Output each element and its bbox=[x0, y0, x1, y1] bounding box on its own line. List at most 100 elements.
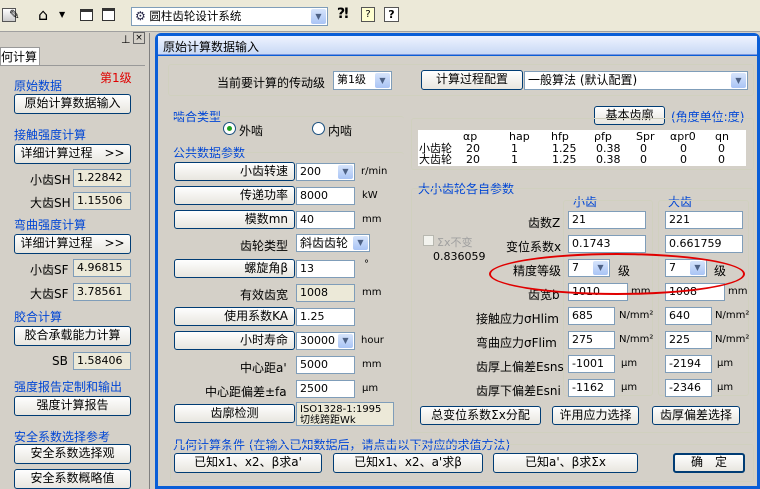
helix-angle-input[interactable]: 13 bbox=[296, 260, 355, 278]
life-button[interactable]: 小时寿命 bbox=[174, 331, 295, 350]
sum-x-distribute-button[interactable]: 总变位系数Σx分配 bbox=[420, 406, 541, 425]
thickness-deviation-button[interactable]: 齿厚偏差选择 bbox=[652, 406, 740, 425]
module-unit: mm bbox=[362, 214, 382, 225]
strength-report-button[interactable]: 强度计算报告 bbox=[14, 396, 131, 416]
teeth-label: 齿数Z bbox=[528, 216, 561, 230]
shift-big-input[interactable]: 0.661759 bbox=[665, 235, 743, 253]
center-distance-label: 中心距a' bbox=[240, 361, 287, 375]
life-select[interactable]: 30000 ▼ bbox=[296, 332, 355, 350]
bending-detail-button[interactable]: 详细计算过程 >> bbox=[14, 234, 131, 254]
window-icon[interactable] bbox=[80, 9, 93, 21]
radio-inner-label: 内啮 bbox=[328, 124, 353, 138]
contact-detail-button[interactable]: 详细计算过程 >> bbox=[14, 144, 131, 164]
flim-big-input[interactable]: 225 bbox=[665, 331, 712, 349]
dialog-title: 原始计算数据输入 bbox=[163, 40, 260, 54]
rack-row-big: 大齿轮 20 1 1.25 0.38 0 0 0 bbox=[418, 154, 746, 165]
system-select[interactable]: ⚙ 圆柱齿轮设计系统 ▼ bbox=[131, 7, 328, 26]
center-distance-input[interactable]: 5000 bbox=[296, 356, 355, 374]
center-distance-unit: mm bbox=[362, 359, 382, 370]
esni-big-unit: μm bbox=[717, 382, 734, 393]
calc-config-button[interactable]: 计算过程配置 bbox=[421, 70, 523, 90]
allowable-stress-button[interactable]: 许用应力选择 bbox=[552, 406, 639, 425]
hlim-small-unit: N/mm² bbox=[619, 310, 654, 321]
solve-sum-x-button[interactable]: 已知a'、β求Σx bbox=[493, 453, 638, 473]
speed-button[interactable]: 小齿转速 bbox=[174, 162, 295, 181]
stage-label: 第1级 bbox=[100, 71, 132, 85]
radio-inner[interactable] bbox=[312, 122, 325, 135]
panel-pin-icon[interactable]: ⊥ bbox=[121, 33, 131, 46]
input-dialog: 原始计算数据输入 当前要计算的传动级 第1级 ▼ 计算过程配置 一般算法 (默认… bbox=[155, 33, 760, 489]
rack-cell: 0.38 bbox=[596, 153, 621, 166]
home-icon[interactable]: ⌂ bbox=[38, 5, 48, 24]
stage-select[interactable]: 第1级 ▼ bbox=[333, 71, 392, 90]
hlim-small-input[interactable]: 685 bbox=[568, 307, 615, 325]
gear-type-select[interactable]: 斜齿齿轮 ▼ bbox=[296, 234, 370, 252]
sum-x-checkbox[interactable] bbox=[423, 235, 434, 246]
speed-select[interactable]: 200 ▼ bbox=[296, 163, 355, 181]
power-unit: kW bbox=[362, 190, 378, 201]
esns-small-unit: μm bbox=[621, 358, 638, 369]
power-button[interactable]: 传递功率 bbox=[174, 186, 295, 205]
rack-cell: 20 bbox=[466, 153, 480, 166]
chevron-down-icon[interactable]: ▼ bbox=[59, 10, 65, 19]
edit-icon[interactable]: ✎ bbox=[9, 8, 20, 23]
contact-strength-heading: 接触强度计算 bbox=[14, 128, 87, 142]
safety-approx-button[interactable]: 安全系数概略值 bbox=[14, 469, 131, 489]
notepad-help-icon[interactable]: ? bbox=[361, 7, 375, 22]
esni-big-input[interactable]: -2346 bbox=[665, 379, 712, 397]
ok-button[interactable]: 确 定 bbox=[673, 453, 745, 473]
module-input[interactable]: 40 bbox=[296, 211, 355, 229]
teeth-small-input[interactable]: 21 bbox=[568, 211, 646, 229]
ka-input[interactable]: 1.25 bbox=[296, 308, 355, 326]
flim-big-unit: N/mm² bbox=[715, 334, 750, 345]
sf-big-value: 3.78561 bbox=[73, 283, 131, 301]
glue-capacity-button[interactable]: 胶合承载能力计算 bbox=[14, 326, 131, 346]
flim-small-input[interactable]: 275 bbox=[568, 331, 615, 349]
radio-outer[interactable] bbox=[223, 122, 236, 135]
close-icon[interactable]: × bbox=[133, 32, 145, 44]
esns-big-input[interactable]: -2194 bbox=[665, 355, 712, 373]
shift-label: 变位系数x bbox=[506, 240, 562, 254]
solve-beta-button[interactable]: 已知x1、x2、a'求β bbox=[333, 453, 483, 473]
rack-col-pfp: ρfp bbox=[594, 130, 612, 143]
stage-select-value: 第1级 bbox=[337, 73, 366, 86]
chevron-down-icon: ▼ bbox=[731, 73, 746, 88]
rack-table-header: αp hap hfp ρfp Spr αpr0 qn bbox=[418, 131, 746, 142]
esns-small-input[interactable]: -1001 bbox=[568, 355, 615, 373]
helix-angle-unit: ° bbox=[364, 259, 369, 270]
chevron-down-icon: ▼ bbox=[353, 236, 368, 250]
module-button[interactable]: 模数mn bbox=[174, 210, 295, 229]
facewidth-big-unit: mm bbox=[728, 286, 748, 297]
panel-tab[interactable]: 何计算 bbox=[0, 47, 40, 66]
face-width-unit: mm bbox=[362, 287, 382, 298]
safety-heading: 安全系数选择参考 bbox=[14, 430, 111, 444]
hlim-label: 接触应力σHlim bbox=[476, 312, 559, 326]
helix-angle-button[interactable]: 螺旋角β bbox=[174, 259, 295, 278]
safety-select-button[interactable]: 安全系数选择观 bbox=[14, 444, 131, 464]
help-cursor-icon[interactable]: ⁈ bbox=[337, 6, 349, 22]
shift-small-input[interactable]: 0.1743 bbox=[568, 235, 646, 253]
bending-strength-heading: 弯曲强度计算 bbox=[14, 218, 87, 232]
raw-data-input-button[interactable]: 原始计算数据输入 bbox=[14, 94, 131, 114]
hlim-big-unit: N/mm² bbox=[715, 310, 750, 321]
copy-window-icon[interactable] bbox=[102, 8, 115, 21]
life-select-value: 30000 bbox=[300, 334, 335, 347]
algorithm-select[interactable]: 一般算法 (默认配置) ▼ bbox=[524, 71, 748, 90]
chevron-down-icon: ▼ bbox=[311, 9, 326, 24]
sh-big-label: 大齿SH bbox=[30, 196, 71, 210]
sh-small-value: 1.22842 bbox=[73, 169, 131, 187]
rack-cell: 1 bbox=[511, 153, 518, 166]
profile-check-button[interactable]: 齿廓检测 bbox=[174, 404, 295, 423]
help-icon[interactable]: ? bbox=[384, 7, 399, 22]
algorithm-select-value: 一般算法 (默认配置) bbox=[528, 73, 638, 87]
sum-x-value: 0.836059 bbox=[433, 250, 486, 263]
esni-small-input[interactable]: -1162 bbox=[568, 379, 615, 397]
ka-button[interactable]: 使用系数KA bbox=[174, 307, 295, 326]
life-unit: hour bbox=[361, 335, 384, 346]
rack-cell: 0 bbox=[640, 153, 647, 166]
power-input[interactable]: 8000 bbox=[296, 187, 355, 205]
teeth-big-input[interactable]: 221 bbox=[665, 211, 743, 229]
hlim-big-input[interactable]: 640 bbox=[665, 307, 712, 325]
fa-input[interactable]: 2500 bbox=[296, 380, 355, 398]
solve-a-button[interactable]: 已知x1、x2、β求a' bbox=[174, 453, 322, 473]
